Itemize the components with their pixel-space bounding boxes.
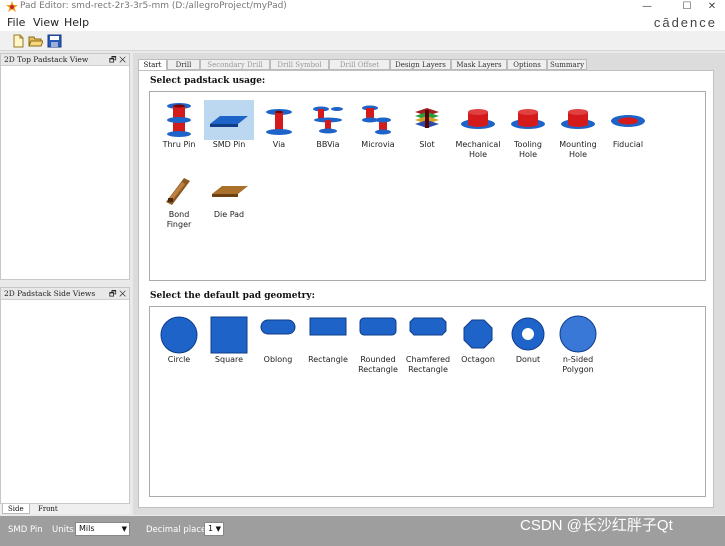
chevron-down-icon: ▼: [121, 525, 127, 533]
new-file-icon[interactable]: [11, 34, 26, 48]
top-view-header: 2D Top Padstack View 🗗 ✕: [1, 54, 129, 66]
smd-pin-icon: [204, 100, 254, 140]
decimal-places-value: 1: [208, 524, 214, 533]
mechanical-hole-icon: [461, 109, 495, 129]
status-mode: SMD Pin: [8, 525, 43, 535]
geometry-option-n-sided-polygon-shape[interactable]: n-Sided Polygon: [553, 315, 603, 375]
menu-view[interactable]: View: [33, 16, 59, 29]
usage-option-bond-finger[interactable]: Bond Finger: [154, 170, 204, 230]
usage-option-slot[interactable]: Slot: [402, 100, 452, 160]
usage-option-microvia[interactable]: Microvia: [353, 100, 403, 160]
slot-icon: [415, 108, 439, 128]
tooling-hole-icon: [511, 109, 545, 129]
window-title: Pad Editor: smd-rect-2r3-3r5-mm (D:/alle…: [20, 1, 287, 11]
tab-start[interactable]: Start: [138, 59, 167, 70]
geometry-option-rectangle-shape[interactable]: Rectangle: [303, 315, 353, 375]
via-icon: [266, 109, 292, 135]
usage-option-die-pad[interactable]: Die Pad: [204, 170, 254, 230]
menu-file[interactable]: File: [7, 16, 25, 29]
geometry-option-donut-shape[interactable]: Donut: [503, 315, 553, 375]
open-folder-icon[interactable]: [28, 34, 43, 48]
watermark-text: CSDN @长沙红胖子Qt: [520, 517, 673, 534]
donut-shape-icon: [511, 317, 545, 351]
menu-help[interactable]: Help: [64, 16, 89, 29]
rounded-rectangle-shape-icon: [359, 317, 397, 336]
die-pad-icon: [212, 186, 248, 197]
side-view-window-controls[interactable]: 🗗 ✕: [109, 288, 126, 300]
units-value: Mils: [79, 524, 95, 533]
top-view-window-controls[interactable]: 🗗 ✕: [109, 54, 126, 66]
usage-option-label: Die Pad: [213, 210, 245, 219]
bbvia-icon: [313, 106, 343, 134]
n-sided-polygon-shape-icon: [559, 315, 597, 353]
rectangle-shape-icon: [309, 317, 347, 336]
geometry-option-octagon-shape[interactable]: Octagon: [453, 315, 503, 375]
units-select[interactable]: Mils ▼: [75, 522, 130, 536]
save-icon[interactable]: [47, 34, 62, 48]
geometry-option-oblong-shape[interactable]: Oblong: [253, 315, 303, 375]
thru-pin-icon: [167, 103, 191, 137]
usage-option-mechanical-hole[interactable]: Mechanical Hole: [453, 100, 503, 160]
minimize-button[interactable]: —: [634, 0, 660, 14]
maximize-button[interactable]: ☐: [674, 0, 700, 14]
menu-bar: File View Help cādence: [0, 14, 725, 31]
tab-options[interactable]: Options: [507, 59, 547, 70]
usage-option-bbvia[interactable]: BBVia: [303, 100, 353, 160]
top-view-title: 2D Top Padstack View: [4, 55, 89, 64]
side-view-title: 2D Padstack Side Views: [4, 289, 96, 298]
tab-mask-layers[interactable]: Mask Layers: [451, 59, 507, 70]
tab-front[interactable]: Front: [33, 504, 63, 514]
tab-summary[interactable]: Summary: [547, 59, 587, 70]
usage-option-smd-pin[interactable]: SMD Pin: [204, 100, 254, 160]
oblong-shape-icon: [260, 319, 296, 335]
top-padstack-view-panel: 2D Top Padstack View 🗗 ✕: [0, 53, 130, 280]
close-button[interactable]: ✕: [699, 0, 725, 14]
octagon-shape-icon: [463, 319, 493, 349]
chevron-down-icon: ▼: [215, 525, 221, 533]
usage-option-mounting-hole[interactable]: Mounting Hole: [553, 100, 603, 160]
bond-finger-icon: [166, 178, 190, 205]
tab-drill-symbol[interactable]: Drill Symbol: [270, 59, 329, 70]
usage-section-title: Select padstack usage:: [150, 76, 266, 86]
title-bar: Pad Editor: smd-rect-2r3-3r5-mm (D:/alle…: [0, 0, 725, 14]
geometry-option-rounded-rectangle-shape[interactable]: Rounded Rectangle: [353, 315, 403, 375]
usage-option-label: Fiducial: [612, 140, 644, 149]
tab-drill[interactable]: Drill: [167, 59, 200, 70]
mounting-hole-icon: [561, 109, 595, 129]
square-shape-icon: [210, 316, 248, 354]
usage-option-fiducial[interactable]: Fiducial: [603, 100, 653, 160]
usage-option-via[interactable]: Via: [254, 100, 304, 160]
side-view-header: 2D Padstack Side Views 🗗 ✕: [1, 288, 129, 300]
chamfered-rectangle-shape-icon: [409, 317, 447, 336]
tab-side[interactable]: Side: [2, 504, 30, 514]
geometry-option-chamfered-rectangle-shape[interactable]: Chamfered Rectangle: [403, 315, 453, 375]
cadence-logo: cādence: [653, 15, 717, 30]
microvia-icon: [362, 105, 391, 135]
geometry-option-label: n-Sided Polygon: [562, 355, 594, 374]
usage-option-tooling-hole[interactable]: Tooling Hole: [503, 100, 553, 160]
geometry-option-circle-shape[interactable]: Circle: [154, 315, 204, 375]
geometry-section-title: Select the default pad geometry:: [150, 291, 315, 301]
geometry-option-square-shape[interactable]: Square: [204, 315, 254, 375]
side-view-tabs: Side Front: [0, 504, 130, 514]
usage-option-thru-pin[interactable]: Thru Pin: [154, 100, 204, 160]
decimal-places-select[interactable]: 1 ▼: [204, 522, 224, 536]
tab-design-layers[interactable]: Design Layers: [390, 59, 451, 70]
toolbar: [0, 31, 725, 51]
side-padstack-view-panel: 2D Padstack Side Views 🗗 ✕: [0, 287, 130, 504]
fiducial-icon: [611, 115, 645, 127]
app-icon: [6, 1, 18, 12]
units-label: Units:: [52, 525, 77, 535]
circle-shape-icon: [160, 316, 198, 354]
tab-drill-offset[interactable]: Drill Offset: [329, 59, 390, 70]
tab-secondary-drill[interactable]: Secondary Drill: [200, 59, 270, 70]
